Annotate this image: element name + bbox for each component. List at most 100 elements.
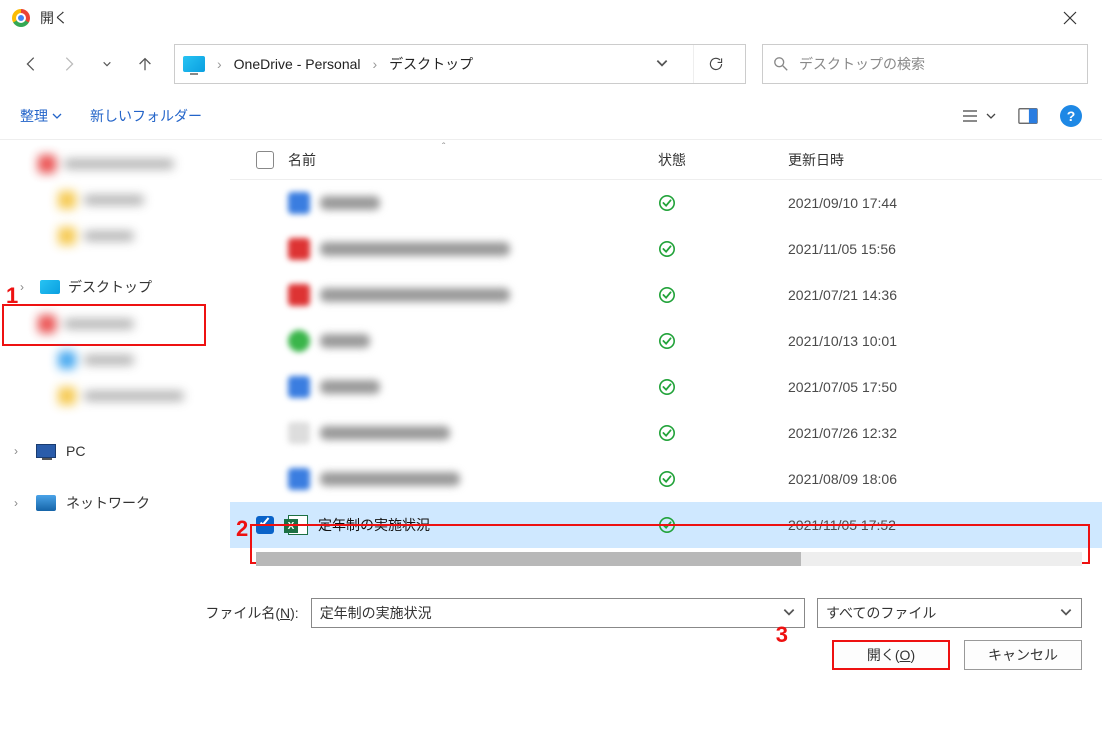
breadcrumb-desktop[interactable]: デスクトップ	[389, 54, 473, 74]
filename-label: ファイル名(N):	[190, 603, 299, 623]
file-name-redacted	[320, 242, 510, 256]
chrome-icon	[12, 9, 30, 27]
sync-ok-icon	[658, 240, 676, 258]
sidebar-redacted-top	[0, 146, 230, 268]
file-row[interactable]: 2021/07/21 14:36	[230, 272, 1102, 318]
refresh-button[interactable]	[693, 45, 737, 83]
breadcrumb-onedrive[interactable]: OneDrive - Personal	[234, 56, 361, 72]
file-icon	[288, 284, 310, 306]
file-row[interactable]: 2021/11/05 15:56	[230, 226, 1102, 272]
sidebar-pc-label: PC	[66, 443, 85, 459]
column-name[interactable]: 名前	[288, 150, 658, 170]
file-row[interactable]: 2021/08/09 18:06	[230, 456, 1102, 502]
sidebar-redacted-mid	[0, 306, 230, 414]
address-dropdown[interactable]	[655, 56, 685, 73]
file-row[interactable]: 2021/07/05 17:50	[230, 364, 1102, 410]
filename-combo[interactable]: 定年制の実施状況	[311, 598, 805, 628]
sidebar-item-network[interactable]: › ネットワーク	[0, 484, 230, 522]
column-modified[interactable]: 更新日時	[788, 150, 844, 170]
sync-ok-icon	[658, 424, 676, 442]
history-dropdown[interactable]	[90, 47, 124, 81]
file-icon	[288, 192, 310, 214]
sidebar: 1 › デスクトップ › PC › ネットワーク	[0, 140, 230, 588]
filetype-value: すべてのファイル	[826, 603, 936, 623]
forward-button[interactable]	[52, 47, 86, 81]
select-all-checkbox[interactable]	[256, 151, 274, 169]
close-button[interactable]	[1050, 0, 1090, 36]
row-checkbox[interactable]	[256, 286, 274, 304]
file-name-redacted	[320, 196, 380, 210]
file-icon	[288, 376, 310, 398]
row-checkbox[interactable]	[256, 424, 274, 442]
organize-menu[interactable]: 整理	[20, 106, 62, 126]
annotation-2: 2	[236, 516, 248, 542]
preview-pane-icon	[1018, 106, 1038, 126]
file-icon	[288, 468, 310, 490]
file-date: 2021/07/05 17:50	[788, 379, 897, 395]
file-icon	[288, 238, 310, 260]
expand-icon[interactable]: ›	[14, 496, 26, 510]
list-view-icon	[960, 106, 980, 126]
pc-icon	[36, 444, 56, 458]
file-row-selected[interactable]: 定年制の実施状況 2021/11/05 17:52	[230, 502, 1102, 548]
row-checkbox[interactable]	[256, 470, 274, 488]
preview-pane-button[interactable]	[1018, 106, 1038, 126]
dropdown-icon[interactable]	[782, 605, 796, 622]
file-date: 2021/09/10 17:44	[788, 195, 897, 211]
file-date: 2021/08/09 18:06	[788, 471, 897, 487]
search-box[interactable]: デスクトップの検索	[762, 44, 1088, 84]
navigation-row: › OneDrive - Personal › デスクトップ デスクトップの検索	[0, 36, 1102, 92]
filetype-combo[interactable]: すべてのファイル	[817, 598, 1082, 628]
back-button[interactable]	[14, 47, 48, 81]
file-date: 2021/07/21 14:36	[788, 287, 897, 303]
breadcrumb-sep-2: ›	[369, 56, 382, 72]
horizontal-scrollbar[interactable]	[256, 552, 1082, 566]
row-checkbox[interactable]	[256, 194, 274, 212]
expand-icon[interactable]: ›	[20, 280, 32, 294]
dropdown-icon	[52, 108, 62, 124]
open-button[interactable]: 開く(O)	[832, 640, 950, 670]
sync-ok-icon	[658, 194, 676, 212]
excel-icon	[288, 515, 308, 535]
sync-ok-icon	[658, 516, 676, 534]
sidebar-desktop-label: デスクトップ	[68, 277, 152, 297]
file-row[interactable]: 2021/09/10 17:44	[230, 180, 1102, 226]
row-checkbox-checked[interactable]	[256, 516, 274, 534]
address-bar[interactable]: › OneDrive - Personal › デスクトップ	[174, 44, 746, 84]
cancel-button[interactable]: キャンセル	[964, 640, 1082, 670]
row-checkbox[interactable]	[256, 240, 274, 258]
main-area: 1 › デスクトップ › PC › ネットワーク	[0, 140, 1102, 588]
window-title: 開く	[40, 8, 68, 28]
bottom-panel: ファイル名(N): 定年制の実施状況 すべてのファイル 開く(O) キャンセル …	[0, 588, 1102, 684]
view-mode-button[interactable]	[960, 106, 996, 126]
close-icon	[1063, 11, 1077, 25]
file-name-redacted	[320, 288, 510, 302]
sync-ok-icon	[658, 378, 676, 396]
file-date: 2021/07/26 12:32	[788, 425, 897, 441]
sidebar-network-label: ネットワーク	[66, 493, 150, 513]
file-row[interactable]: 2021/10/13 10:01	[230, 318, 1102, 364]
title-bar: 開く	[0, 0, 1102, 36]
expand-icon[interactable]: ›	[14, 444, 26, 458]
column-status[interactable]: 状態	[658, 150, 788, 170]
file-row[interactable]: 2021/07/26 12:32	[230, 410, 1102, 456]
dropdown-icon[interactable]	[1059, 605, 1073, 622]
row-checkbox[interactable]	[256, 332, 274, 350]
sidebar-item-desktop[interactable]: › デスクトップ	[0, 268, 230, 306]
annotation-3: 3	[776, 622, 788, 648]
scrollbar-thumb[interactable]	[256, 552, 801, 566]
row-checkbox[interactable]	[256, 378, 274, 396]
desktop-icon	[40, 280, 60, 294]
sort-indicator-icon: ˆ	[442, 142, 445, 153]
dropdown-icon	[986, 108, 996, 124]
filename-value: 定年制の実施状況	[320, 603, 432, 623]
up-button[interactable]	[128, 47, 162, 81]
file-date: 2021/11/05 15:56	[788, 241, 896, 257]
new-folder-button[interactable]: 新しいフォルダー	[90, 106, 202, 126]
sync-ok-icon	[658, 470, 676, 488]
selected-file-date: 2021/11/05 17:52	[788, 517, 896, 533]
search-icon	[773, 56, 789, 72]
list-header: ˆ 名前 状態 更新日時	[230, 140, 1102, 180]
sidebar-item-pc[interactable]: › PC	[0, 432, 230, 470]
help-button[interactable]: ?	[1060, 105, 1082, 127]
